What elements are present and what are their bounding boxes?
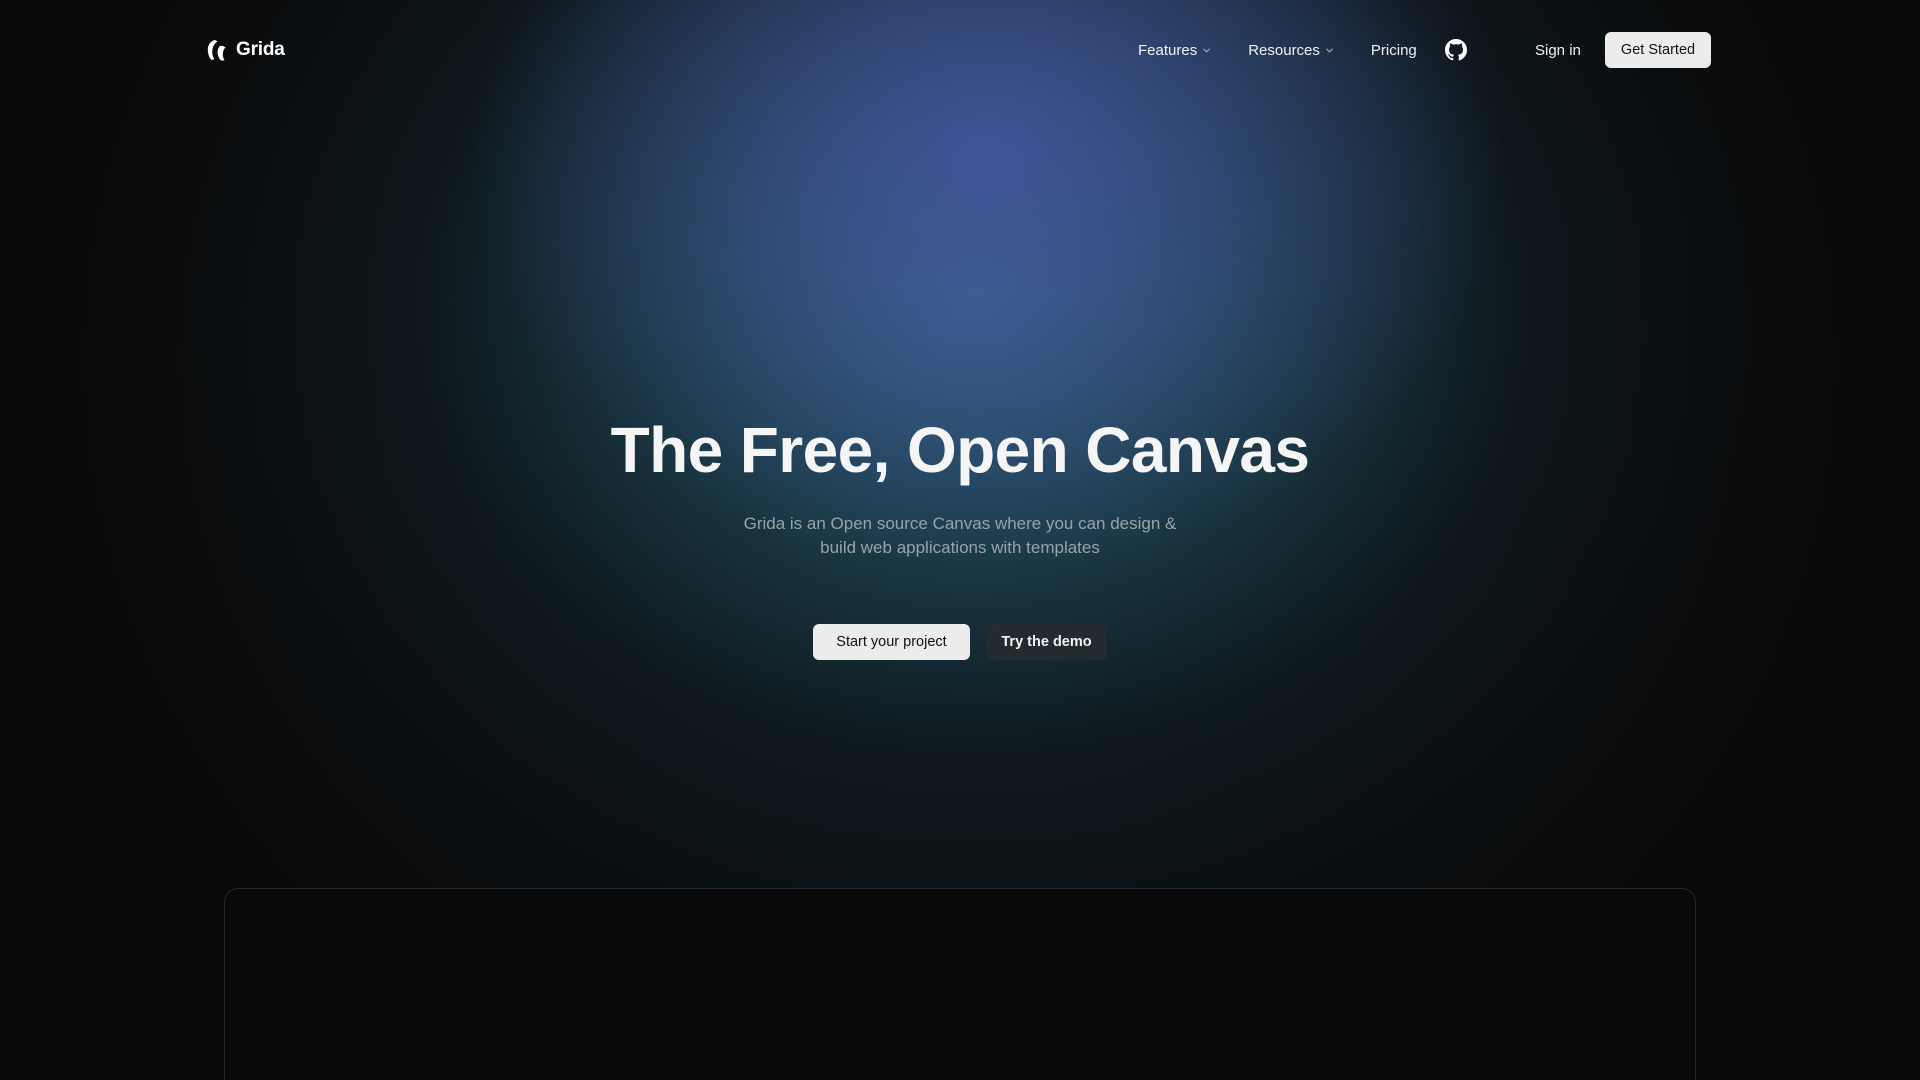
nav-item-features-label: Features	[1138, 41, 1198, 59]
nav-item-resources-label: Resources	[1248, 41, 1320, 59]
sign-in-link[interactable]: Sign in	[1535, 36, 1581, 64]
hero-subtitle-line-1: Grida is an Open source Canvas where you…	[743, 514, 1177, 533]
hero-cta-row: Start your project Try the demo	[813, 624, 1107, 660]
chevron-down-icon	[1326, 48, 1333, 52]
nav-links: Features Resources Pricing	[1138, 36, 1467, 64]
landing-page: Grida Features Resources Pricing Sign in…	[0, 0, 1920, 1080]
grida-logo-icon	[207, 40, 226, 61]
get-started-button[interactable]: Get Started	[1605, 32, 1711, 68]
github-icon[interactable]	[1444, 39, 1467, 61]
nav-item-pricing[interactable]: Pricing	[1371, 42, 1417, 59]
start-project-button[interactable]: Start your project	[813, 624, 970, 660]
nav-item-features[interactable]: Features	[1138, 42, 1211, 59]
try-demo-button[interactable]: Try the demo	[986, 624, 1107, 660]
chevron-down-icon	[1203, 48, 1210, 52]
nav-item-pricing-label: Pricing	[1370, 41, 1417, 59]
hero-subtitle-line-2: build web applications with templates	[820, 538, 1100, 557]
top-navigation: Grida Features Resources Pricing Sign in…	[0, 0, 1920, 100]
hero-subtitle: Grida is an Open source Canvas where you…	[660, 512, 1260, 560]
product-preview-frame	[224, 888, 1696, 1080]
brand-home-link[interactable]: Grida	[206, 36, 285, 64]
nav-item-resources[interactable]: Resources	[1248, 42, 1334, 59]
brand-name: Grida	[236, 39, 285, 60]
hero-title: The Free, Open Canvas	[610, 414, 1310, 486]
